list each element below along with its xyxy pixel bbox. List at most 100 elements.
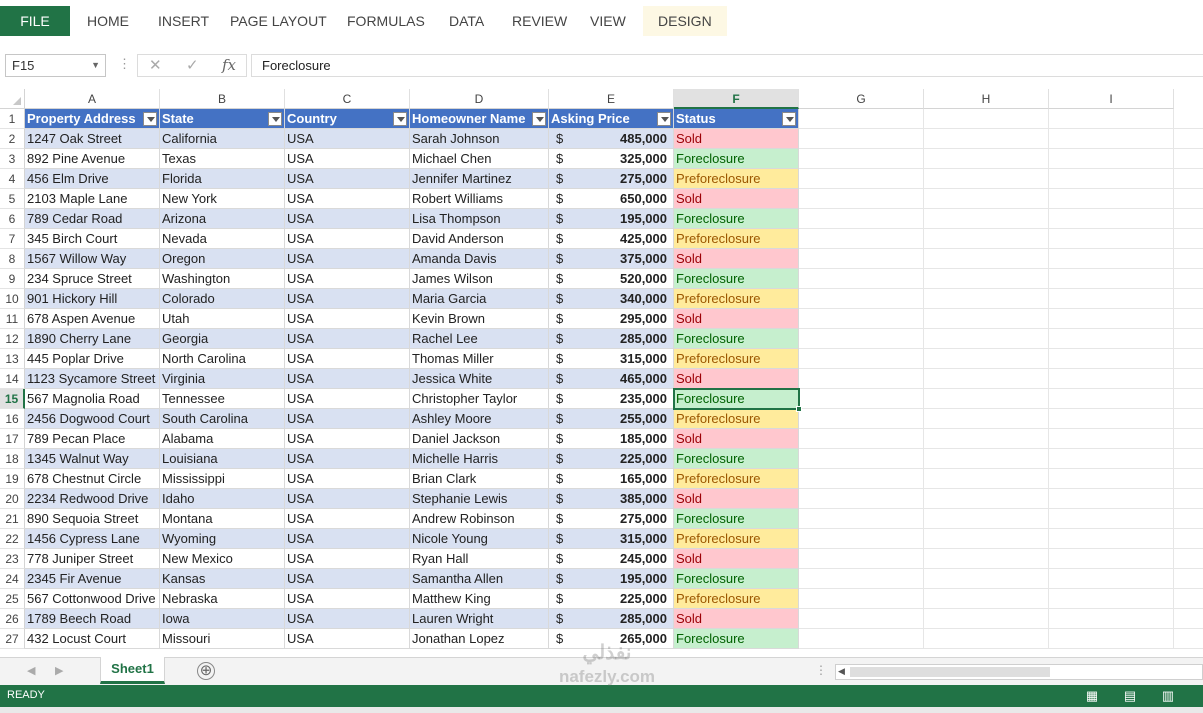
column-header-c[interactable]: C: [285, 89, 410, 109]
empty-cell[interactable]: [924, 169, 1049, 189]
tab-design[interactable]: DESIGN: [643, 6, 727, 36]
country-cell[interactable]: USA: [285, 329, 410, 349]
empty-cell[interactable]: [1174, 349, 1203, 369]
state-cell[interactable]: Arizona: [160, 209, 285, 229]
status-cell[interactable]: Foreclosure: [674, 209, 799, 229]
empty-cell[interactable]: [799, 429, 924, 449]
price-cell[interactable]: $295,000: [549, 309, 674, 329]
empty-cell[interactable]: [1174, 269, 1203, 289]
price-cell[interactable]: $245,000: [549, 549, 674, 569]
status-cell[interactable]: Preforeclosure: [674, 229, 799, 249]
status-cell[interactable]: Foreclosure: [674, 389, 799, 409]
row-header[interactable]: 1: [0, 109, 25, 129]
status-cell[interactable]: Preforeclosure: [674, 529, 799, 549]
state-cell[interactable]: Louisiana: [160, 449, 285, 469]
empty-cell[interactable]: [799, 129, 924, 149]
empty-cell[interactable]: [1174, 509, 1203, 529]
status-cell[interactable]: Sold: [674, 369, 799, 389]
country-cell[interactable]: USA: [285, 389, 410, 409]
price-cell[interactable]: $315,000: [549, 529, 674, 549]
address-cell[interactable]: 892 Pine Avenue: [25, 149, 160, 169]
empty-cell[interactable]: [799, 589, 924, 609]
address-cell[interactable]: 1345 Walnut Way: [25, 449, 160, 469]
empty-cell[interactable]: [924, 529, 1049, 549]
row-header[interactable]: 25: [0, 589, 25, 609]
empty-cell[interactable]: [1174, 529, 1203, 549]
address-cell[interactable]: 432 Locust Court: [25, 629, 160, 649]
empty-cell[interactable]: [1049, 589, 1174, 609]
owner-cell[interactable]: Christopher Taylor: [410, 389, 549, 409]
tab-insert[interactable]: INSERT: [158, 6, 209, 36]
row-header[interactable]: 18: [0, 449, 25, 469]
state-cell[interactable]: Colorado: [160, 289, 285, 309]
empty-cell[interactable]: [1174, 329, 1203, 349]
row-header[interactable]: 2: [0, 129, 25, 149]
empty-cell[interactable]: [799, 409, 924, 429]
status-cell[interactable]: Preforeclosure: [674, 409, 799, 429]
empty-cell[interactable]: [1174, 229, 1203, 249]
price-cell[interactable]: $285,000: [549, 609, 674, 629]
country-cell[interactable]: USA: [285, 309, 410, 329]
owner-cell[interactable]: James Wilson: [410, 269, 549, 289]
table-header-cell[interactable]: Status: [674, 109, 799, 129]
empty-cell[interactable]: [1049, 489, 1174, 509]
filter-dropdown-icon[interactable]: [393, 112, 407, 126]
empty-cell[interactable]: [924, 429, 1049, 449]
state-cell[interactable]: Washington: [160, 269, 285, 289]
empty-cell[interactable]: [1049, 429, 1174, 449]
empty-cell[interactable]: [799, 149, 924, 169]
status-cell[interactable]: Sold: [674, 309, 799, 329]
country-cell[interactable]: USA: [285, 149, 410, 169]
owner-cell[interactable]: Maria Garcia: [410, 289, 549, 309]
empty-cell[interactable]: [1049, 369, 1174, 389]
status-cell[interactable]: Sold: [674, 609, 799, 629]
empty-cell[interactable]: [1049, 529, 1174, 549]
country-cell[interactable]: USA: [285, 129, 410, 149]
status-cell[interactable]: Sold: [674, 549, 799, 569]
owner-cell[interactable]: Ashley Moore: [410, 409, 549, 429]
empty-cell[interactable]: [1174, 289, 1203, 309]
state-cell[interactable]: Montana: [160, 509, 285, 529]
empty-cell[interactable]: [924, 629, 1049, 649]
owner-cell[interactable]: Lauren Wright: [410, 609, 549, 629]
empty-cell[interactable]: [1049, 309, 1174, 329]
price-cell[interactable]: $375,000: [549, 249, 674, 269]
owner-cell[interactable]: Jessica White: [410, 369, 549, 389]
empty-cell[interactable]: [1049, 469, 1174, 489]
price-cell[interactable]: $185,000: [549, 429, 674, 449]
empty-cell[interactable]: [924, 309, 1049, 329]
status-cell[interactable]: Preforeclosure: [674, 169, 799, 189]
empty-cell[interactable]: [924, 249, 1049, 269]
state-cell[interactable]: Tennessee: [160, 389, 285, 409]
empty-cell[interactable]: [799, 529, 924, 549]
row-header[interactable]: 15: [0, 389, 25, 409]
state-cell[interactable]: Kansas: [160, 569, 285, 589]
page-break-view-icon[interactable]: ▥: [1160, 688, 1176, 704]
state-cell[interactable]: Mississippi: [160, 469, 285, 489]
tab-formulas[interactable]: FORMULAS: [347, 6, 425, 36]
empty-cell[interactable]: [799, 469, 924, 489]
state-cell[interactable]: Wyoming: [160, 529, 285, 549]
owner-cell[interactable]: Ryan Hall: [410, 549, 549, 569]
column-header-d[interactable]: D: [410, 89, 549, 109]
row-header[interactable]: 26: [0, 609, 25, 629]
filter-dropdown-icon[interactable]: [268, 112, 282, 126]
row-header[interactable]: 24: [0, 569, 25, 589]
empty-cell[interactable]: [1174, 469, 1203, 489]
row-header[interactable]: 11: [0, 309, 25, 329]
price-cell[interactable]: $425,000: [549, 229, 674, 249]
address-cell[interactable]: 2234 Redwood Drive: [25, 489, 160, 509]
empty-cell[interactable]: [924, 289, 1049, 309]
empty-cell[interactable]: [799, 489, 924, 509]
country-cell[interactable]: USA: [285, 609, 410, 629]
address-cell[interactable]: 890 Sequoia Street: [25, 509, 160, 529]
row-header[interactable]: 13: [0, 349, 25, 369]
filter-dropdown-icon[interactable]: [657, 112, 671, 126]
empty-cell[interactable]: [1049, 249, 1174, 269]
formula-input[interactable]: Foreclosure: [251, 54, 1203, 77]
price-cell[interactable]: $315,000: [549, 349, 674, 369]
empty-cell[interactable]: [924, 129, 1049, 149]
empty-cell[interactable]: [799, 109, 924, 129]
state-cell[interactable]: Virginia: [160, 369, 285, 389]
add-sheet-icon[interactable]: ⊕: [197, 662, 215, 680]
